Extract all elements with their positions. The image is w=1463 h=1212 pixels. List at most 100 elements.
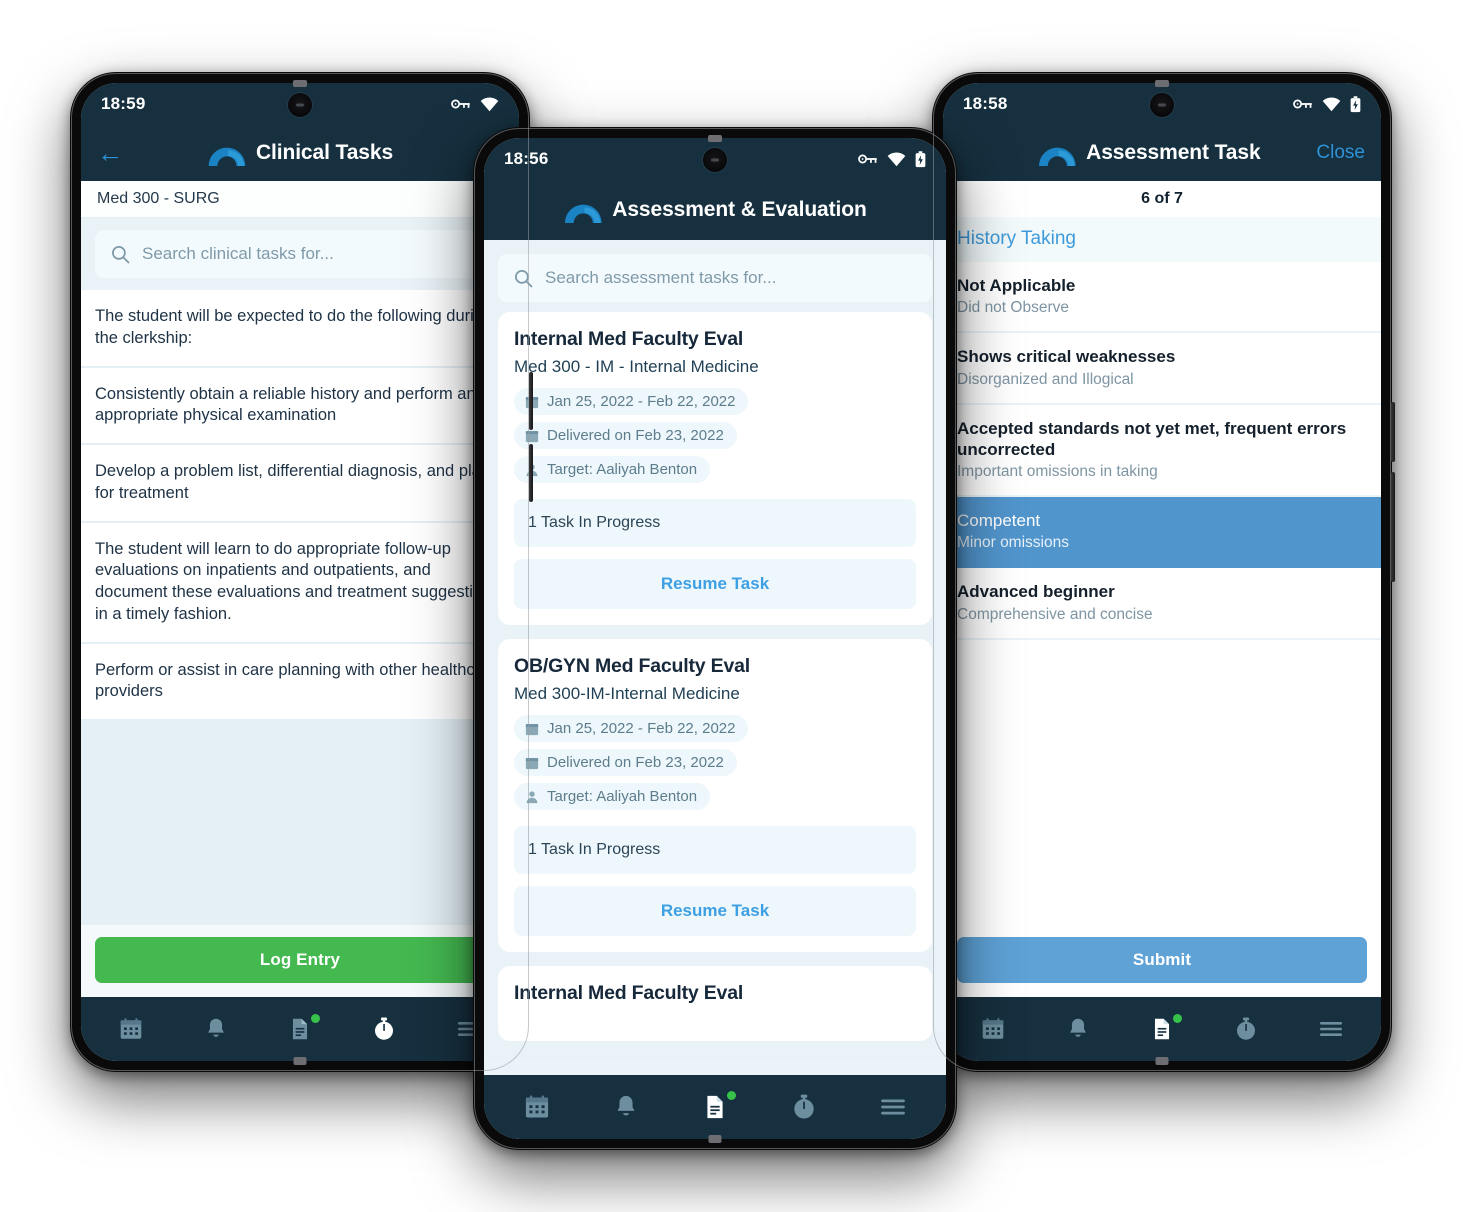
calendar-icon xyxy=(525,723,539,735)
search-section: Search assessment tasks for... xyxy=(484,240,946,312)
document-icon xyxy=(292,1018,308,1040)
list-item[interactable]: The student will be expected to do the f… xyxy=(81,290,519,368)
log-entry-button[interactable]: Log Entry xyxy=(95,937,505,983)
volume-up-button[interactable] xyxy=(529,372,533,430)
list-item[interactable]: Accepted standards not yet met, frequent… xyxy=(943,404,1381,497)
search-section: Search clinical tasks for... xyxy=(81,218,519,290)
nav-calendar[interactable] xyxy=(980,1016,1006,1042)
list-item[interactable]: The student will learn to do appropriate… xyxy=(81,523,519,644)
nav-notifications[interactable] xyxy=(612,1093,640,1121)
option-title: Advanced beginner xyxy=(957,582,1115,602)
nav-calendar[interactable] xyxy=(118,1016,144,1042)
status-icons xyxy=(1293,95,1361,113)
course-breadcrumb: Med 300 - SURG xyxy=(81,181,519,218)
list-item[interactable]: Advanced beginner Comprehensive and conc… xyxy=(943,568,1381,640)
list-item[interactable]: Shows critical weaknesses Disorganized a… xyxy=(943,333,1381,405)
assessment-card-list: Internal Med Faculty Eval Med 300 - IM -… xyxy=(484,312,946,1059)
phone-assessment-task: 18:58 Assessment Task Close 6 of 7 Histo… xyxy=(932,72,1395,1072)
list-item[interactable]: Not Applicable Did not Observe xyxy=(943,262,1381,334)
nav-documents[interactable] xyxy=(1149,1014,1182,1042)
nav-documents[interactable] xyxy=(287,1014,320,1042)
front-camera xyxy=(288,93,312,117)
card-title: Internal Med Faculty Eval xyxy=(514,982,744,1004)
wifi-icon xyxy=(480,96,499,111)
gauge-arc-logo xyxy=(208,147,246,166)
list-item-selected[interactable]: Competent Minor omissions xyxy=(943,497,1381,569)
stopwatch-icon xyxy=(794,1094,814,1119)
target-chip: Target: Aaliyah Benton xyxy=(514,456,711,483)
nav-calendar[interactable] xyxy=(523,1093,551,1121)
volume-down-button[interactable] xyxy=(529,444,533,502)
search-input[interactable]: Search clinical tasks for... xyxy=(95,230,505,278)
nav-timer[interactable] xyxy=(371,1016,397,1042)
app-title: Assessment Task xyxy=(1086,141,1261,164)
status-bar: 18:56 xyxy=(484,138,946,180)
app-bar: Assessment Task Close xyxy=(943,125,1381,181)
card-meta: Jan 25, 2022 - Feb 22, 2022 Delivered on… xyxy=(514,715,916,817)
status-time: 18:56 xyxy=(504,149,549,168)
submit-button[interactable]: Submit xyxy=(957,937,1367,983)
search-input[interactable]: Search assessment tasks for... xyxy=(498,254,932,302)
notification-dot xyxy=(310,1014,320,1023)
rating-option-list: Not Applicable Did not Observe Shows cri… xyxy=(943,262,1381,640)
wifi-icon xyxy=(1322,96,1341,111)
phone2-content: Search assessment tasks for... Internal … xyxy=(484,240,946,1075)
target-text: Target: Aaliyah Benton xyxy=(547,788,698,805)
nav-menu[interactable] xyxy=(879,1095,907,1119)
app-brand: Assessment & Evaluation xyxy=(563,197,867,224)
assessment-card[interactable]: Internal Med Faculty Eval Med 300 - IM -… xyxy=(498,312,932,625)
phone3-footer: Submit xyxy=(943,927,1381,997)
battery-charging-icon xyxy=(1350,95,1361,112)
close-button[interactable]: Close xyxy=(1316,142,1365,164)
resume-task-button[interactable]: Resume Task xyxy=(514,886,916,936)
nav-notifications[interactable] xyxy=(1065,1016,1091,1042)
back-arrow-icon[interactable]: ← xyxy=(97,140,131,166)
card-title: Internal Med Faculty Eval xyxy=(514,328,744,350)
phone-assessment-evaluation: 18:56 Assessment & Evaluation Search ass… xyxy=(473,127,957,1150)
power-button[interactable] xyxy=(1391,472,1395,582)
phone2-screen: 18:56 Assessment & Evaluation Search ass… xyxy=(484,138,946,1139)
gauge-arc-logo xyxy=(1038,147,1076,166)
nav-timer[interactable] xyxy=(1233,1016,1259,1042)
app-title: Clinical Tasks xyxy=(255,141,394,164)
phone3-screen: 18:58 Assessment Task Close 6 of 7 Histo… xyxy=(943,83,1381,1061)
gauge-arc-logo xyxy=(564,204,602,223)
assessment-card[interactable]: OB/GYN Med Faculty Eval Med 300-IM-Inter… xyxy=(498,639,932,952)
app-brand: Clinical Tasks xyxy=(207,140,393,167)
nav-documents[interactable] xyxy=(701,1091,736,1121)
delivered-chip: Delivered on Feb 23, 2022 xyxy=(514,422,737,449)
screenshot-stage: 18:59 ← Clinical Tasks Med 300 - SURG Se… xyxy=(0,0,1463,1212)
date-range-chip: Jan 25, 2022 - Feb 22, 2022 xyxy=(514,388,749,415)
nav-notifications[interactable] xyxy=(203,1016,229,1042)
volume-up-button[interactable] xyxy=(1391,402,1395,462)
status-bar: 18:58 xyxy=(943,83,1381,125)
document-icon xyxy=(1154,1018,1170,1040)
front-camera xyxy=(1150,93,1174,117)
resume-task-button[interactable]: Resume Task xyxy=(514,559,916,609)
status-icons xyxy=(451,96,499,112)
delivered-chip: Delivered on Feb 23, 2022 xyxy=(514,749,737,776)
assessment-card[interactable]: Internal Med Faculty Eval xyxy=(498,966,932,1041)
person-icon xyxy=(526,790,538,803)
bell-icon xyxy=(617,1095,635,1116)
option-title: Competent xyxy=(957,511,1041,530)
option-desc: Minor omissions xyxy=(957,534,1069,552)
list-item[interactable]: Develop a problem list, differential dia… xyxy=(81,445,519,523)
page-counter: 6 of 7 xyxy=(943,181,1381,217)
task-status: 1 Task In Progress xyxy=(514,826,916,874)
key-icon xyxy=(451,99,470,109)
status-bar: 18:59 xyxy=(81,83,519,125)
list-item[interactable]: Consistently obtain a reliable history a… xyxy=(81,368,519,446)
nav-timer[interactable] xyxy=(790,1093,818,1121)
app-bar: ← Clinical Tasks xyxy=(81,125,519,181)
option-title: Shows critical weaknesses xyxy=(957,347,1176,367)
phone1-content: Med 300 - SURG Search clinical tasks for… xyxy=(81,181,519,925)
status-time: 18:58 xyxy=(963,94,1008,113)
target-chip: Target: Aaliyah Benton xyxy=(514,783,711,810)
delivered-text: Delivered on Feb 23, 2022 xyxy=(547,427,724,444)
bell-icon xyxy=(207,1018,224,1037)
task-status: 1 Task In Progress xyxy=(514,499,916,547)
nav-menu[interactable] xyxy=(1318,1018,1344,1040)
app-brand: Assessment Task xyxy=(1037,140,1261,167)
list-item[interactable]: Perform or assist in care planning with … xyxy=(81,644,519,722)
